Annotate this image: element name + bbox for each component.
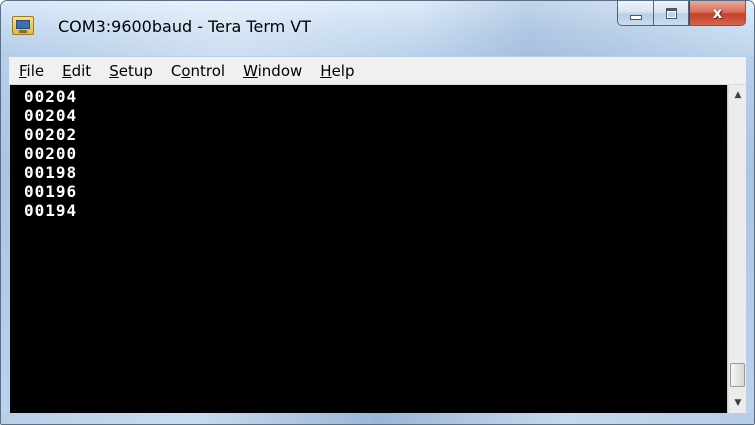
tera-term-icon[interactable]: [12, 16, 34, 35]
terminal-screen[interactable]: 00204 00204 00202 00200 00198 00196 0019…: [10, 85, 727, 413]
scroll-down-arrow-icon[interactable]: ▼: [729, 394, 747, 412]
title-bar[interactable]: COM3:9600baud - Tera Term VT x: [1, 1, 754, 56]
caption-buttons: x: [617, 1, 746, 27]
close-button[interactable]: x: [689, 1, 746, 26]
menu-control[interactable]: Control: [161, 62, 233, 80]
window-bottom-border: [1, 413, 754, 424]
window-title: COM3:9600baud - Tera Term VT: [58, 17, 312, 36]
maximize-icon: [665, 7, 677, 19]
tera-term-window: COM3:9600baud - Tera Term VT x File Edit…: [0, 0, 755, 425]
close-icon: x: [712, 3, 723, 22]
terminal-line: 00200: [24, 144, 78, 163]
menu-window[interactable]: Window: [233, 62, 310, 80]
scrollbar-thumb[interactable]: [730, 363, 745, 387]
menu-edit[interactable]: Edit: [52, 62, 99, 80]
terminal-line: 00194: [24, 201, 78, 220]
vertical-scrollbar[interactable]: ▲ ▼: [728, 85, 746, 413]
minimize-button[interactable]: [617, 1, 653, 26]
terminal-line: 00196: [24, 182, 78, 201]
scroll-up-arrow-icon[interactable]: ▲: [729, 86, 747, 104]
terminal-output: 00204 00204 00202 00200 00198 00196 0019…: [24, 87, 77, 220]
menu-bar: File Edit Setup Control Window Help: [9, 57, 746, 85]
menu-setup[interactable]: Setup: [99, 62, 161, 80]
terminal-line: 00204: [24, 106, 78, 125]
menu-help[interactable]: Help: [310, 62, 362, 80]
menu-file[interactable]: File: [9, 62, 52, 80]
terminal-line: 00204: [24, 87, 78, 106]
maximize-button[interactable]: [653, 1, 689, 26]
terminal-line: 00198: [24, 163, 78, 182]
terminal-line: 00202: [24, 125, 78, 144]
minimize-icon: [629, 14, 642, 20]
